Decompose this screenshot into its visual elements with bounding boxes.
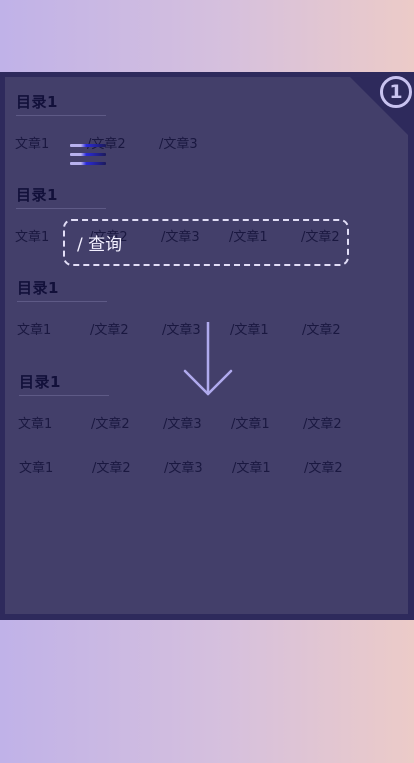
article-link[interactable]: /文章1 bbox=[231, 413, 270, 432]
article-link[interactable]: /文章1 bbox=[232, 457, 271, 476]
article-link[interactable]: /文章3 bbox=[163, 413, 202, 432]
divider bbox=[19, 395, 109, 396]
divider bbox=[16, 115, 106, 116]
section-title: 目录1 bbox=[19, 373, 61, 391]
article-link[interactable]: 文章1 bbox=[18, 413, 52, 432]
article-link[interactable]: 文章1 bbox=[15, 226, 49, 245]
article-link[interactable]: /文章2 bbox=[302, 319, 341, 338]
article-link[interactable]: /文章3 bbox=[164, 457, 203, 476]
search-box[interactable]: / 查询 bbox=[63, 219, 349, 266]
section-title: 目录1 bbox=[16, 93, 58, 111]
section-title: 目录1 bbox=[16, 186, 58, 204]
article-link[interactable]: /文章3 bbox=[159, 133, 198, 152]
divider bbox=[16, 208, 106, 209]
hamburger-menu-icon[interactable] bbox=[70, 144, 108, 170]
section-title: 目录1 bbox=[17, 279, 59, 297]
article-link[interactable]: /文章1 bbox=[230, 319, 269, 338]
divider bbox=[17, 301, 107, 302]
article-link[interactable]: 文章1 bbox=[17, 319, 51, 338]
article-link[interactable]: /文章2 bbox=[92, 457, 131, 476]
article-link[interactable]: 文章1 bbox=[15, 133, 49, 152]
article-link[interactable]: /文章2 bbox=[303, 413, 342, 432]
article-link[interactable]: /文章2 bbox=[90, 319, 129, 338]
arrow-down-icon bbox=[183, 322, 233, 396]
article-link[interactable]: /文章2 bbox=[304, 457, 343, 476]
article-link[interactable]: 文章1 bbox=[19, 457, 53, 476]
number-badge: 1 bbox=[380, 76, 412, 108]
article-link[interactable]: /文章2 bbox=[91, 413, 130, 432]
search-label: / 查询 bbox=[77, 235, 123, 255]
